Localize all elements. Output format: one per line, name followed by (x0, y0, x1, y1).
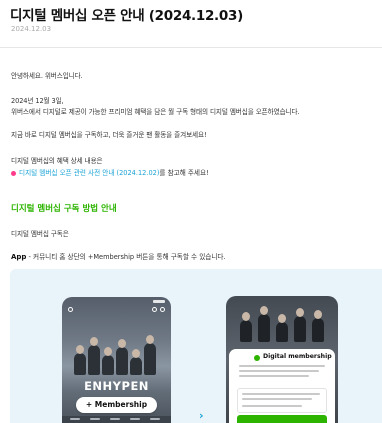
guide-image-panel: ENHYPEN + Membership › Digital membershi… (10, 269, 382, 423)
subscribe-button[interactable] (237, 415, 327, 423)
group-photo (70, 323, 163, 375)
membership-bottom-sheet: Digital membership (229, 349, 335, 423)
group-photo-dim (232, 302, 332, 342)
bullet-icon (11, 170, 16, 176)
back-icon (68, 307, 73, 312)
phone-membership-sheet-screen: Digital membership (226, 296, 338, 423)
related-notice-suffix: 를 참고해 주세요! (159, 169, 209, 177)
membership-button[interactable]: + Membership (76, 397, 157, 413)
app-instruction-text: - 커뮤니티 홈 상단의 +Membership 버튼을 통해 구독할 수 있습… (26, 253, 226, 261)
section-subtext: 디지털 멤버십 구독은 (11, 230, 69, 238)
benefit-box (237, 388, 327, 413)
post-date: 2024.12.03 (11, 25, 52, 33)
related-notice-link[interactable]: 디지털 멤버십 오픈 관련 사전 안내 (2024.12.02) (19, 169, 159, 177)
artist-name: ENHYPEN (84, 379, 149, 393)
body-line-cta: 지금 바로 디지털 멤버십을 구독하고, 더욱 즐거운 팬 활동을 즐겨보세요! (11, 131, 207, 139)
sheet-title: Digital membership (263, 353, 332, 360)
divider (0, 47, 382, 48)
page-title: 디지털 멤버십 오픈 안내 (2024.12.03) (10, 8, 243, 24)
app-instruction: App - 커뮤니티 홈 상단의 +Membership 버튼을 통해 구독할 … (11, 251, 226, 261)
body-line-intro: 위버스에서 디지털로 제공이 가능한 프리미엄 혜택을 담은 월 구독 형태의 … (11, 108, 300, 116)
notice-page: 디지털 멤버십 오픈 안내 (2024.12.03) 2024.12.03 안녕… (0, 0, 382, 423)
related-notice-row: 디지털 멤버십 오픈 관련 사전 안내 (2024.12.02)를 참고해 주세… (11, 167, 209, 177)
phone-community-screen: ENHYPEN + Membership (62, 297, 171, 423)
body-line-details: 디지털 멤버십의 혜택 상세 내용은 (11, 157, 103, 165)
phone-tab-bar (62, 416, 171, 423)
menu-icon (160, 307, 165, 312)
battery-icon (153, 300, 165, 303)
phone-status-bar (68, 299, 165, 305)
search-icon (152, 307, 157, 312)
body-line-date: 2024년 12월 3일, (11, 97, 64, 105)
greeting-text: 안녕하세요. 위버스입니다. (11, 72, 83, 80)
app-label: App (11, 253, 27, 261)
chevron-right-icon: › (199, 409, 204, 422)
section-heading: 디지털 멤버십 구독 방법 안내 (11, 204, 117, 214)
check-icon (254, 355, 260, 361)
